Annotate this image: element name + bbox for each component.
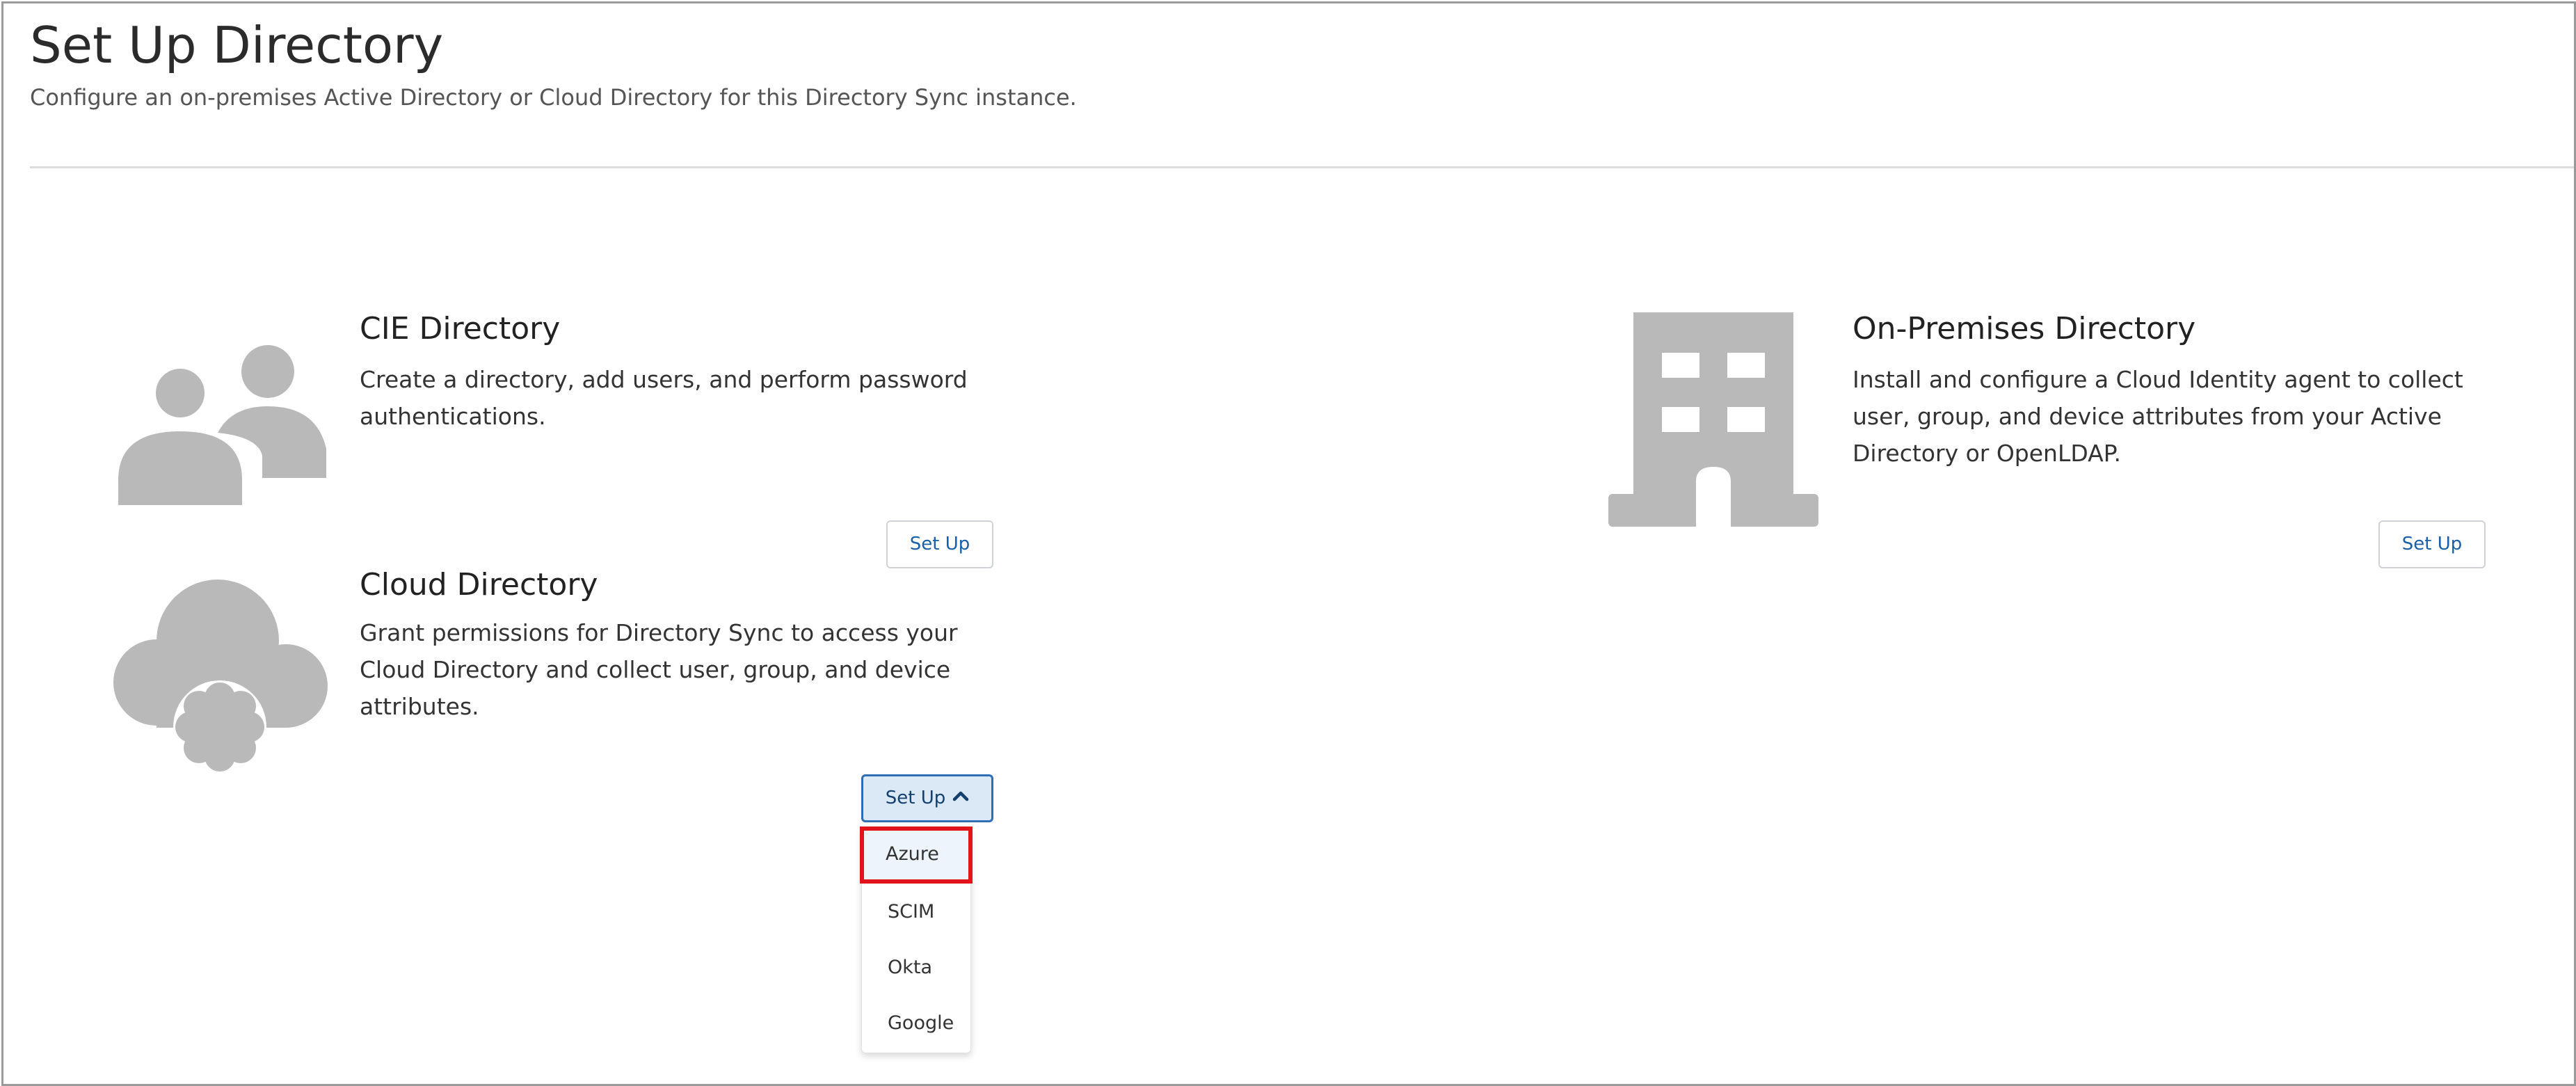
cloud-directory-title: Cloud Directory [360, 567, 598, 602]
cloud-setup-label: Set Up [885, 788, 946, 808]
page-title: Set Up Directory [30, 16, 444, 74]
page-subtitle: Configure an on-premises Active Director… [30, 84, 1077, 111]
onprem-setup-button[interactable]: Set Up [2378, 520, 2486, 568]
cloud-gear-icon [113, 580, 328, 773]
users-icon [115, 345, 326, 508]
main-panel: Set Up Directory Configure an on-premise… [1, 1, 2576, 1086]
onprem-directory-description: Install and configure a Cloud Identity a… [1853, 366, 2463, 467]
building-icon [1608, 312, 1818, 527]
cie-directory-title: CIE Directory [360, 311, 561, 346]
cloud-provider-menu: Azure SCIM Okta Google [860, 827, 973, 1053]
cloud-directory-description: Grant permissions for Directory Sync to … [360, 619, 958, 720]
cloud-setup-dropdown-button[interactable]: Set Up [861, 774, 993, 822]
cie-directory-description: Create a directory, add users, and perfo… [360, 366, 968, 430]
menu-item-scim[interactable]: SCIM [862, 884, 970, 940]
onprem-directory-title: On-Premises Directory [1853, 311, 2196, 346]
header-divider [30, 166, 2574, 168]
menu-item-google[interactable]: Google [862, 996, 970, 1051]
menu-item-okta[interactable]: Okta [862, 940, 970, 996]
menu-item-azure[interactable]: Azure [860, 827, 973, 884]
chevron-up-icon [952, 774, 969, 818]
cie-setup-button[interactable]: Set Up [886, 520, 993, 568]
